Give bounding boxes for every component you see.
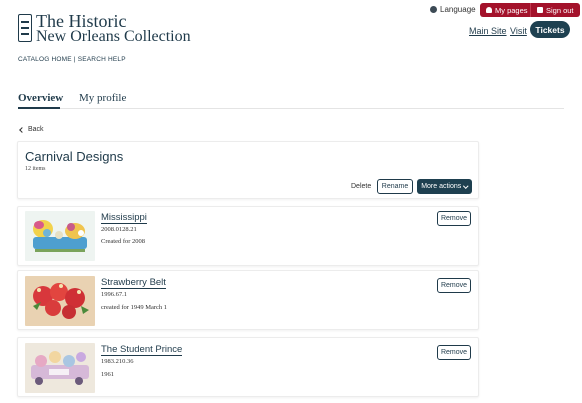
item-thumbnail[interactable] xyxy=(25,343,95,393)
remove-button[interactable]: Remove xyxy=(437,278,471,293)
tab-overview[interactable]: Overview xyxy=(18,92,63,104)
back-link[interactable]: Back xyxy=(19,126,44,133)
item-thumbnail[interactable] xyxy=(25,211,95,261)
back-label: Back xyxy=(28,126,44,133)
item-note: created for 1949 March 1 xyxy=(101,304,168,311)
visit-link[interactable]: Visit xyxy=(510,26,527,36)
list-title: Carnival Designs xyxy=(25,149,124,164)
item-id: 1983.210.36 xyxy=(101,358,134,365)
tab-my-profile[interactable]: My profile xyxy=(79,92,126,104)
sign-out-label: Sign out xyxy=(546,5,574,15)
item-title-link[interactable]: The Student Prince xyxy=(101,344,183,356)
main-site-link[interactable]: Main Site xyxy=(469,26,507,36)
language-label: Language xyxy=(440,5,476,14)
logo-mark-icon[interactable] xyxy=(18,14,32,42)
sign-out-button[interactable]: Sign out xyxy=(530,3,580,17)
active-tab-indicator xyxy=(18,107,60,109)
item-id: 1996.67.1 xyxy=(101,291,127,298)
item-note: Created for 2008 xyxy=(101,238,146,245)
rename-button[interactable]: Rename xyxy=(377,179,413,194)
catalog-links[interactable]: CATALOG HOME | SEARCH HELP xyxy=(18,56,126,63)
item-title-link[interactable]: Mississippi xyxy=(101,212,147,224)
item-thumbnail[interactable] xyxy=(25,276,95,326)
item-title-link[interactable]: Strawberry Belt xyxy=(101,277,166,289)
remove-button[interactable]: Remove xyxy=(437,211,471,226)
globe-icon xyxy=(430,6,437,13)
tickets-button[interactable]: Tickets xyxy=(530,21,570,38)
more-actions-button[interactable]: More actions xyxy=(417,179,472,194)
item-count: 12 items xyxy=(25,166,46,172)
remove-button[interactable]: Remove xyxy=(437,345,471,360)
more-actions-label: More actions xyxy=(421,183,462,190)
delete-button[interactable]: Delete xyxy=(351,183,371,190)
my-pages-label: My pages xyxy=(495,5,528,15)
chevron-down-icon xyxy=(463,183,469,188)
item-note: 1961 xyxy=(101,371,114,378)
brand-name-line2[interactable]: New Orleans Collection xyxy=(36,29,191,45)
tabs-divider xyxy=(18,108,564,109)
signout-icon xyxy=(537,7,543,13)
language-selector[interactable]: Language xyxy=(430,5,476,14)
item-id: 2008.0128.21 xyxy=(101,226,137,233)
my-pages-button[interactable]: My pages xyxy=(480,3,534,17)
chevron-left-icon xyxy=(19,126,25,133)
person-icon xyxy=(486,7,492,13)
